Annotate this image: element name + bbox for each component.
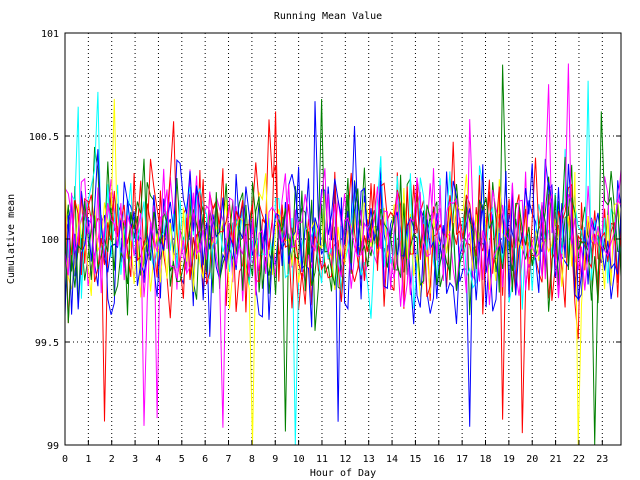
x-tick-label: 0 <box>62 454 68 465</box>
y-axis-label: Cumulative mean <box>6 194 17 284</box>
x-tick-label: 21 <box>550 454 562 465</box>
chart: Running Mean Value 0 1 2 3 4 5 6 7 8 9 10 11 12 13 14 1… <box>6 11 622 479</box>
x-axis: 0 1 2 3 4 5 6 7 8 9 10 11 12 13 14 15 16 17 18 19 20 21 22 23 <box>62 440 608 465</box>
series-group <box>64 63 622 446</box>
y-tick-label: 100.5 <box>29 132 59 143</box>
x-tick-label: 9 <box>272 454 278 465</box>
y-tick-label: 99.5 <box>35 338 59 349</box>
chart-title: Running Mean Value <box>274 11 382 22</box>
x-tick-label: 22 <box>573 454 585 465</box>
x-tick-label: 7 <box>226 454 232 465</box>
x-tick-label: 13 <box>363 454 375 465</box>
x-tick-label: 4 <box>155 454 161 465</box>
y-tick-label: 100 <box>41 235 59 246</box>
x-tick-label: 17 <box>456 454 468 465</box>
y-tick-label: 99 <box>47 441 59 452</box>
x-tick-label: 12 <box>339 454 351 465</box>
x-tick-label: 1 <box>85 454 91 465</box>
x-tick-label: 11 <box>316 454 328 465</box>
x-tick-label: 3 <box>132 454 138 465</box>
x-tick-label: 16 <box>433 454 445 465</box>
x-tick-label: 5 <box>179 454 185 465</box>
x-tick-label: 10 <box>293 454 305 465</box>
x-tick-label: 20 <box>526 454 538 465</box>
x-axis-label: Hour of Day <box>310 468 376 479</box>
x-tick-label: 18 <box>479 454 491 465</box>
x-tick-label: 8 <box>249 454 255 465</box>
x-tick-label: 19 <box>503 454 515 465</box>
x-tick-label: 15 <box>409 454 421 465</box>
y-tick-label: 101 <box>41 29 59 40</box>
x-tick-label: 2 <box>109 454 115 465</box>
x-tick-label: 14 <box>386 454 398 465</box>
x-tick-label: 23 <box>596 454 608 465</box>
x-tick-label: 6 <box>202 454 208 465</box>
